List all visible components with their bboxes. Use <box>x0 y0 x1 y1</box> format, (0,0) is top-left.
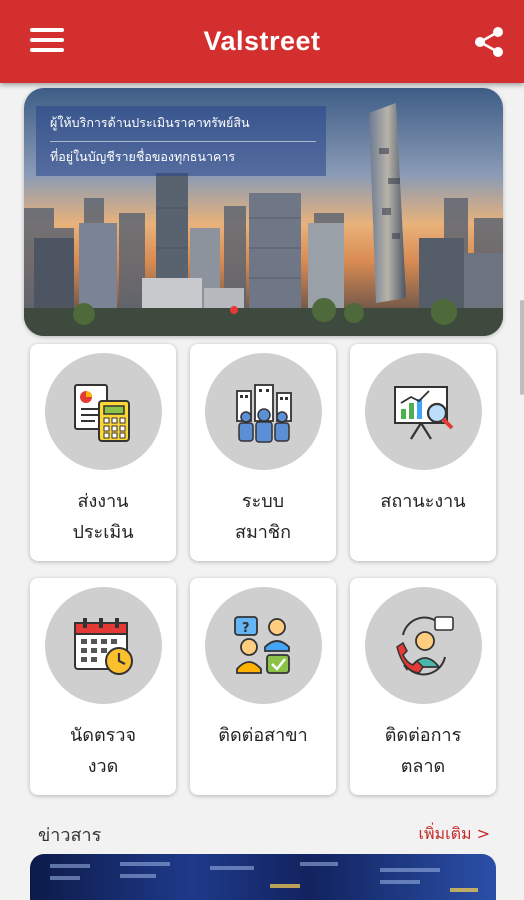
banner-line-2: ที่อยู่ในบัญชีรายชื่อของทุกธนาคาร <box>50 140 316 169</box>
banner-line-1: ผู้ให้บริการด้านประเมินราคาทรัพย์สิน <box>50 115 250 130</box>
menu-label: นัดตรวจ งวด <box>69 725 136 777</box>
hamburger-menu-icon[interactable] <box>30 28 64 56</box>
news-thumbnail[interactable] <box>30 854 496 900</box>
hero-banner[interactable]: ผู้ให้บริการด้านประเมินราคาทรัพย์สิน ที่… <box>24 88 503 336</box>
presentation-chart-search-icon <box>365 353 482 470</box>
news-title: ข่าวสาร <box>38 824 102 846</box>
menu-label: ติดต่อสาขา <box>218 725 308 746</box>
menu-card-member-system[interactable]: ระบบ สมาชิก <box>190 344 336 561</box>
menu-card-contact-marketing[interactable]: ติดต่อการ ตลาด <box>350 578 496 795</box>
app-title: Valstreet <box>203 26 321 56</box>
app-bar: Valstreet <box>0 0 524 83</box>
news-more-link[interactable]: เพิ่มเติม > <box>419 822 490 847</box>
contact-people-icon: ? <box>205 587 322 704</box>
calculator-documents-icon <box>45 353 162 470</box>
menu-card-submit-appraisal[interactable]: ส่งงาน ประเมิน <box>30 344 176 561</box>
menu-card-inspection-appointment[interactable]: นัดตรวจ งวด <box>30 578 176 795</box>
menu-label: สถานะงาน <box>380 491 466 512</box>
menu-card-contact-branch[interactable]: ? ติดต่อสาขา <box>190 578 336 795</box>
menu-label: ติดต่อการ ตลาด <box>384 725 462 777</box>
news-header: ข่าวสาร เพิ่มเติม > <box>38 820 490 848</box>
menu-label: ระบบ สมาชิก <box>234 491 292 543</box>
scrollbar[interactable] <box>520 300 524 395</box>
share-icon[interactable] <box>472 25 506 59</box>
calendar-clock-icon <box>45 587 162 704</box>
svg-text:?: ? <box>242 621 250 636</box>
call-support-icon <box>365 587 482 704</box>
stock-board-image <box>50 862 478 892</box>
menu-card-job-status[interactable]: สถานะงาน <box>350 344 496 561</box>
menu-label: ส่งงาน ประเมิน <box>72 491 134 543</box>
members-group-icon <box>205 353 322 470</box>
banner-caption: ผู้ให้บริการด้านประเมินราคาทรัพย์สิน ที่… <box>36 106 326 176</box>
